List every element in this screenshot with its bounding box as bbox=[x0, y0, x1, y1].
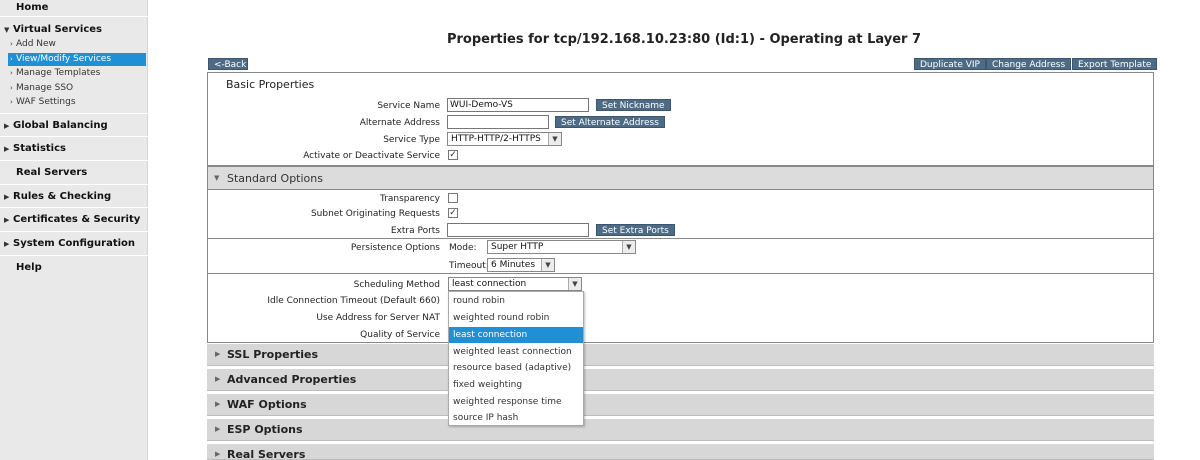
duplicate-vip-button[interactable]: Duplicate VIP bbox=[914, 58, 986, 70]
option-fixed-weighting[interactable]: fixed weighting bbox=[449, 377, 583, 393]
option-least-connection[interactable]: least connection bbox=[449, 327, 583, 343]
subnet-originating-label: Subnet Originating Requests bbox=[310, 209, 440, 219]
sidebar: Home ▼ Virtual Services › Add New › View/Mo… bbox=[0, 0, 148, 460]
scheduling-method-dropdown: round robin weighted round robin least c… bbox=[448, 291, 584, 426]
sidebar-divider bbox=[0, 184, 148, 185]
sidebar-item-global-balancing[interactable]: ▶ Global Balancing bbox=[4, 120, 108, 131]
triangle-right-icon: ▶ bbox=[215, 425, 221, 433]
sidebar-subitem-manage-sso[interactable]: › Manage SSO bbox=[8, 82, 146, 95]
chevron-down-icon: ▼ bbox=[568, 278, 581, 290]
service-type-label: Service Type bbox=[383, 135, 440, 145]
option-source-ip-hash[interactable]: source IP hash bbox=[449, 410, 583, 426]
change-address-button[interactable]: Change Address bbox=[986, 58, 1072, 70]
option-weighted-least-connection[interactable]: weighted least connection bbox=[449, 344, 583, 360]
activate-service-label: Activate or Deactivate Service bbox=[303, 151, 440, 161]
mode-label: Mode: bbox=[449, 243, 477, 253]
alternate-address-input[interactable] bbox=[447, 115, 549, 129]
extra-ports-label: Extra Ports bbox=[390, 226, 440, 236]
sidebar-item-real-servers[interactable]: Real Servers bbox=[16, 167, 87, 178]
service-name-label: Service Name bbox=[377, 101, 440, 111]
alternate-address-label: Alternate Address bbox=[359, 118, 440, 128]
transparency-label: Transparency bbox=[379, 194, 440, 204]
back-button[interactable]: <-Back bbox=[208, 58, 248, 70]
section-ssl-properties[interactable]: ▶ SSL Properties bbox=[207, 344, 1154, 366]
scheduling-method-label: Scheduling Method bbox=[353, 280, 440, 290]
sidebar-divider bbox=[0, 16, 148, 17]
sidebar-item-certificates-security[interactable]: ▶ Certificates & Security bbox=[4, 214, 140, 225]
sidebar-subitem-manage-templates[interactable]: › Manage Templates bbox=[8, 67, 146, 80]
sidebar-item-help[interactable]: Help bbox=[16, 262, 42, 273]
triangle-right-icon: ▶ bbox=[4, 145, 10, 153]
triangle-right-icon: ▶ bbox=[4, 240, 10, 248]
triangle-down-icon: ▼ bbox=[214, 174, 220, 182]
option-weighted-round-robin[interactable]: weighted round robin bbox=[449, 310, 583, 326]
option-resource-based[interactable]: resource based (adaptive) bbox=[449, 360, 583, 376]
idle-timeout-label: Idle Connection Timeout (Default 660) bbox=[267, 296, 440, 306]
divider bbox=[207, 238, 1154, 239]
service-type-select[interactable]: HTTP-HTTP/2-HTTPS ▼ bbox=[447, 132, 562, 146]
triangle-right-icon: ▶ bbox=[215, 375, 221, 383]
set-alternate-address-button[interactable]: Set Alternate Address bbox=[555, 116, 665, 128]
section-advanced-properties[interactable]: ▶ Advanced Properties bbox=[207, 369, 1154, 391]
triangle-right-icon: ▶ bbox=[4, 193, 10, 201]
divider bbox=[207, 273, 1154, 274]
sidebar-subitem-waf-settings[interactable]: › WAF Settings bbox=[8, 96, 146, 109]
basic-properties-header: Basic Properties bbox=[226, 78, 315, 91]
set-extra-ports-button[interactable]: Set Extra Ports bbox=[596, 224, 675, 236]
section-real-servers[interactable]: ▶ Real Servers bbox=[207, 444, 1154, 460]
chevron-down-icon: ▼ bbox=[622, 241, 635, 253]
quality-of-service-label: Quality of Service bbox=[360, 330, 440, 340]
sidebar-divider bbox=[0, 160, 148, 161]
standard-options-header[interactable]: ▼ Standard Options bbox=[207, 166, 1154, 190]
activate-service-checkbox[interactable]: ✓ bbox=[448, 150, 458, 160]
service-name-input[interactable]: WUI-Demo-VS bbox=[447, 98, 589, 112]
sidebar-item-system-configuration[interactable]: ▶ System Configuration bbox=[4, 238, 135, 249]
triangle-right-icon: ▶ bbox=[4, 216, 10, 224]
timeout-label: Timeout: bbox=[449, 261, 489, 271]
sidebar-subitem-view-modify[interactable]: › View/Modify Services bbox=[8, 53, 146, 66]
timeout-select[interactable]: 6 Minutes ▼ bbox=[487, 258, 555, 272]
triangle-right-icon: ▶ bbox=[215, 400, 221, 408]
sidebar-divider bbox=[0, 207, 148, 208]
triangle-right-icon: ▶ bbox=[215, 350, 221, 358]
persistence-options-label: Persistence Options bbox=[350, 243, 440, 253]
subnet-originating-checkbox[interactable]: ✓ bbox=[448, 208, 458, 218]
sidebar-divider bbox=[0, 255, 148, 256]
checkmark-icon: ✓ bbox=[449, 208, 457, 218]
export-template-button[interactable]: Export Template bbox=[1072, 58, 1158, 70]
extra-ports-input[interactable] bbox=[447, 223, 589, 237]
persistence-mode-select[interactable]: Super HTTP ▼ bbox=[487, 240, 636, 254]
chevron-down-icon: ▼ bbox=[541, 259, 554, 271]
section-waf-options[interactable]: ▶ WAF Options bbox=[207, 394, 1154, 416]
option-weighted-response-time[interactable]: weighted response time bbox=[449, 394, 583, 410]
sidebar-home[interactable]: Home bbox=[16, 2, 48, 13]
set-nickname-button[interactable]: Set Nickname bbox=[596, 99, 671, 111]
sidebar-divider bbox=[0, 136, 148, 137]
transparency-checkbox[interactable] bbox=[448, 193, 458, 203]
chevron-down-icon: ▼ bbox=[548, 133, 561, 145]
sidebar-item-rules-checking[interactable]: ▶ Rules & Checking bbox=[4, 191, 111, 202]
option-round-robin[interactable]: round robin bbox=[449, 293, 583, 309]
sidebar-divider bbox=[0, 231, 148, 232]
checkmark-icon: ✓ bbox=[449, 150, 457, 160]
sidebar-divider bbox=[0, 113, 148, 114]
server-nat-label: Use Address for Server NAT bbox=[316, 313, 440, 323]
scheduling-method-select[interactable]: least connection ▼ bbox=[448, 277, 582, 291]
triangle-right-icon: ▶ bbox=[215, 450, 221, 458]
section-esp-options[interactable]: ▶ ESP Options bbox=[207, 419, 1154, 441]
triangle-right-icon: ▶ bbox=[4, 122, 10, 130]
sidebar-item-statistics[interactable]: ▶ Statistics bbox=[4, 143, 66, 154]
page-title: Properties for tcp/192.168.10.23:80 (Id:… bbox=[446, 32, 921, 47]
